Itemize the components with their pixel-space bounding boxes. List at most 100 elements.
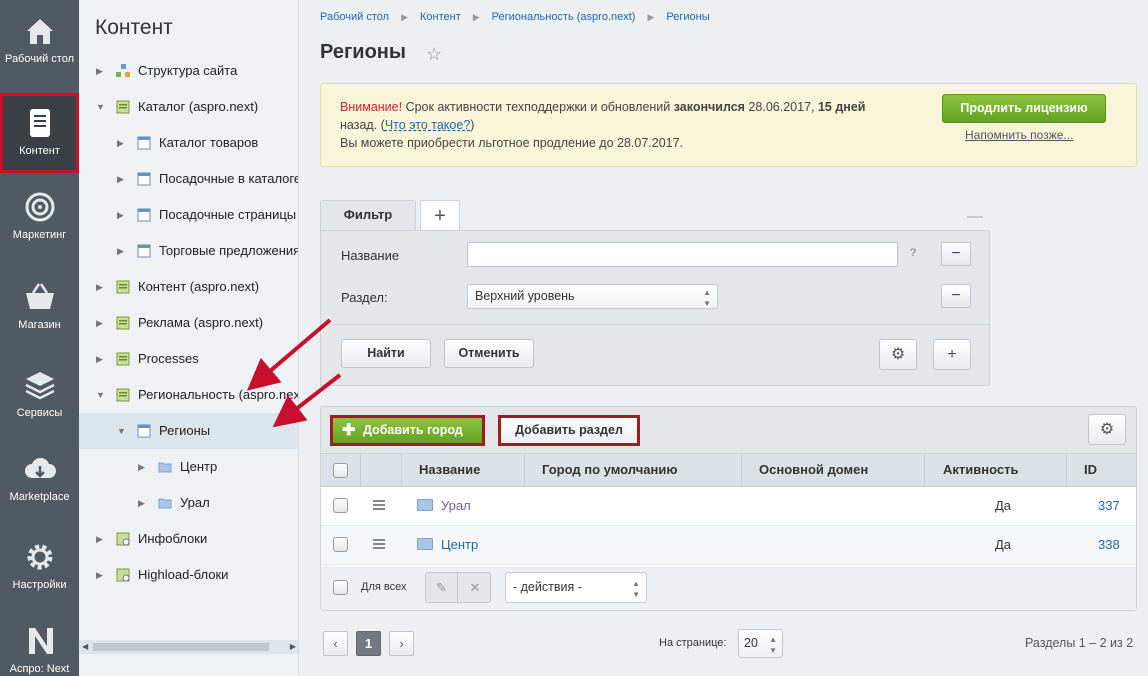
tree-item-regionality-aspro[interactable]: ▼ Региональность (aspro.next) (79, 377, 298, 413)
add-city-button[interactable]: ✚ Добавить город (330, 415, 485, 446)
tree-item-product-catalog[interactable]: ▶ Каталог товаров (79, 125, 298, 161)
collapse-arrow-icon[interactable]: ▼ (117, 413, 126, 449)
remove-section-filter-button[interactable]: − (941, 284, 971, 308)
grid-settings-gear-icon[interactable]: ⚙ (1088, 414, 1126, 445)
group-actions-select[interactable]: - действия - ▲ ▼ (505, 572, 647, 603)
tree-item-landing-pages[interactable]: ▶ Посадочные страницы (79, 197, 298, 233)
row-id[interactable]: 338 (1098, 526, 1120, 564)
column-header-activity[interactable]: Активность (924, 454, 1066, 487)
tree-item-catalog-aspro[interactable]: ▼ Каталог (aspro.next) (79, 89, 298, 125)
row-activity: Да (995, 498, 1012, 513)
expand-arrow-icon[interactable]: ▶ (96, 53, 103, 89)
edit-pencil-icon[interactable]: ✎ (426, 573, 458, 602)
next-page-button[interactable]: › (389, 631, 414, 656)
expand-arrow-icon[interactable]: ▶ (138, 485, 145, 521)
breadcrumb-item[interactable]: Региональность (aspro.next) (492, 11, 636, 23)
rail-item-shop[interactable]: Магазин (0, 280, 79, 331)
records-count: Разделы 1 – 2 из 2 (1025, 636, 1134, 650)
expand-arrow-icon[interactable]: ▶ (96, 557, 103, 593)
collapse-arrow-icon[interactable]: ▼ (96, 377, 105, 413)
expand-arrow-icon[interactable]: ▶ (138, 449, 145, 485)
add-section-button[interactable]: Добавить раздел (498, 415, 640, 446)
add-filter-field-button[interactable]: + (933, 339, 971, 370)
column-header-id[interactable]: ID (1066, 454, 1136, 487)
tree-item-regions[interactable]: ▼ Регионы (79, 413, 298, 449)
filter-settings-gear-icon[interactable]: ⚙ (879, 339, 917, 370)
expand-arrow-icon[interactable]: ▶ (117, 125, 124, 161)
expand-arrow-icon[interactable]: ▶ (117, 197, 124, 233)
expand-arrow-icon[interactable]: ▶ (96, 521, 103, 557)
section-select[interactable]: Верхний уровень ▲ ▼ (467, 284, 718, 309)
scrollbar-thumb[interactable] (93, 643, 269, 651)
tree-item-site-structure[interactable]: ▶ Структура сайта (79, 53, 298, 89)
what-is-this-link[interactable]: Что это такое? (385, 118, 470, 132)
delete-x-icon[interactable]: ✕ (459, 573, 491, 602)
tree-item-trade-offers[interactable]: ▶ Торговые предложения (79, 233, 298, 269)
per-page-select[interactable]: 20 ▲ ▼ (738, 629, 783, 658)
tree-item-content-aspro[interactable]: ▶ Контент (aspro.next) (79, 269, 298, 305)
table-row[interactable]: Урал Да 337 (321, 487, 1136, 526)
rail-item-aspro[interactable]: Аспро: Next (0, 624, 79, 676)
tree-item-label: Processes (138, 351, 199, 366)
for-all-checkbox[interactable] (333, 580, 348, 595)
rail-item-marketplace[interactable]: Marketplace (0, 452, 79, 503)
rail-item-desktop[interactable]: Рабочий стол (0, 14, 79, 84)
rail-item-services[interactable]: Сервисы (0, 368, 79, 419)
remind-later-link[interactable]: Напомнить позже... (965, 128, 1073, 142)
row-checkbox[interactable] (333, 498, 348, 513)
renew-license-button[interactable]: Продлить лицензию (942, 94, 1106, 123)
tree-horizontal-scrollbar[interactable]: ◀ ▶ (79, 640, 298, 654)
expand-arrow-icon[interactable]: ▶ (96, 341, 103, 377)
filter-panel: Название ? − Раздел: Верхний уровень ▲ ▼ … (320, 230, 990, 386)
tree-item-center[interactable]: ▶ Центр (79, 449, 298, 485)
expand-arrow-icon[interactable]: ▶ (117, 161, 124, 197)
tree-item-highload-blocks[interactable]: ▶ Highload-блоки (79, 557, 298, 593)
row-menu-icon[interactable] (373, 500, 385, 510)
rail-item-settings[interactable]: Настройки (0, 540, 79, 591)
expand-arrow-icon[interactable]: ▶ (96, 305, 103, 341)
tree-item-processes[interactable]: ▶ Processes (79, 341, 298, 377)
breadcrumb-item[interactable]: Регионы (666, 11, 709, 23)
row-checkbox[interactable] (333, 537, 348, 552)
row-id[interactable]: 337 (1098, 487, 1120, 525)
section-select-value: Верхний уровень (475, 289, 575, 303)
collapse-arrow-icon[interactable]: ▼ (96, 89, 105, 125)
tree-item-label: Посадочные страницы (159, 207, 297, 222)
page-number[interactable]: 1 (356, 631, 381, 656)
help-icon[interactable]: ? (910, 247, 916, 259)
star-icon[interactable]: ☆ (426, 44, 442, 65)
cancel-button[interactable]: Отменить (444, 339, 534, 368)
find-button[interactable]: Найти (341, 339, 431, 368)
row-name[interactable]: Урал (417, 487, 471, 525)
expand-arrow-icon[interactable]: ▶ (117, 233, 124, 269)
column-header-name[interactable]: Название (401, 454, 524, 487)
rail-item-marketing[interactable]: Маркетинг (0, 190, 79, 250)
tree-item-catalog-landings[interactable]: ▶ Посадочные в каталоге (79, 161, 298, 197)
tree-item-ads-aspro[interactable]: ▶ Реклама (aspro.next) (79, 305, 298, 341)
select-all-checkbox[interactable] (333, 463, 348, 478)
table-row[interactable]: Центр Да 338 (321, 526, 1136, 565)
add-filter-tab-button[interactable]: + (420, 200, 460, 232)
tree-item-ural[interactable]: ▶ Урал (79, 485, 298, 521)
column-header-main-domain[interactable]: Основной домен (741, 454, 924, 487)
column-header-default-city[interactable]: Город по умолчанию (524, 454, 741, 487)
prev-page-button[interactable]: ‹ (323, 631, 348, 656)
breadcrumb-item[interactable]: Контент (420, 11, 461, 23)
content-tree-panel: Контент ▶ Структура сайта ▼ Каталог (asp… (79, 0, 299, 676)
collapse-filter-button[interactable]: — (967, 208, 983, 226)
main-nav-rail: Рабочий стол Контент Маркетинг Магазин С… (0, 0, 79, 676)
chevron-right-icon: ▶ (647, 12, 655, 22)
iblock-icon (116, 100, 130, 114)
scroll-left-icon[interactable]: ◀ (82, 640, 88, 654)
rail-item-content[interactable]: Контент (0, 93, 79, 173)
row-name[interactable]: Центр (417, 526, 478, 564)
expand-arrow-icon[interactable]: ▶ (96, 269, 103, 305)
tree-item-infoblocks[interactable]: ▶ Инфоблоки (79, 521, 298, 557)
notice-days: 15 дней (817, 100, 866, 114)
tab-filter[interactable]: Фильтр (320, 200, 416, 232)
name-filter-input[interactable] (467, 242, 898, 267)
scroll-right-icon[interactable]: ▶ (290, 640, 296, 654)
remove-name-filter-button[interactable]: − (941, 242, 971, 266)
breadcrumb-item[interactable]: Рабочий стол (320, 11, 389, 23)
row-menu-icon[interactable] (373, 539, 385, 549)
